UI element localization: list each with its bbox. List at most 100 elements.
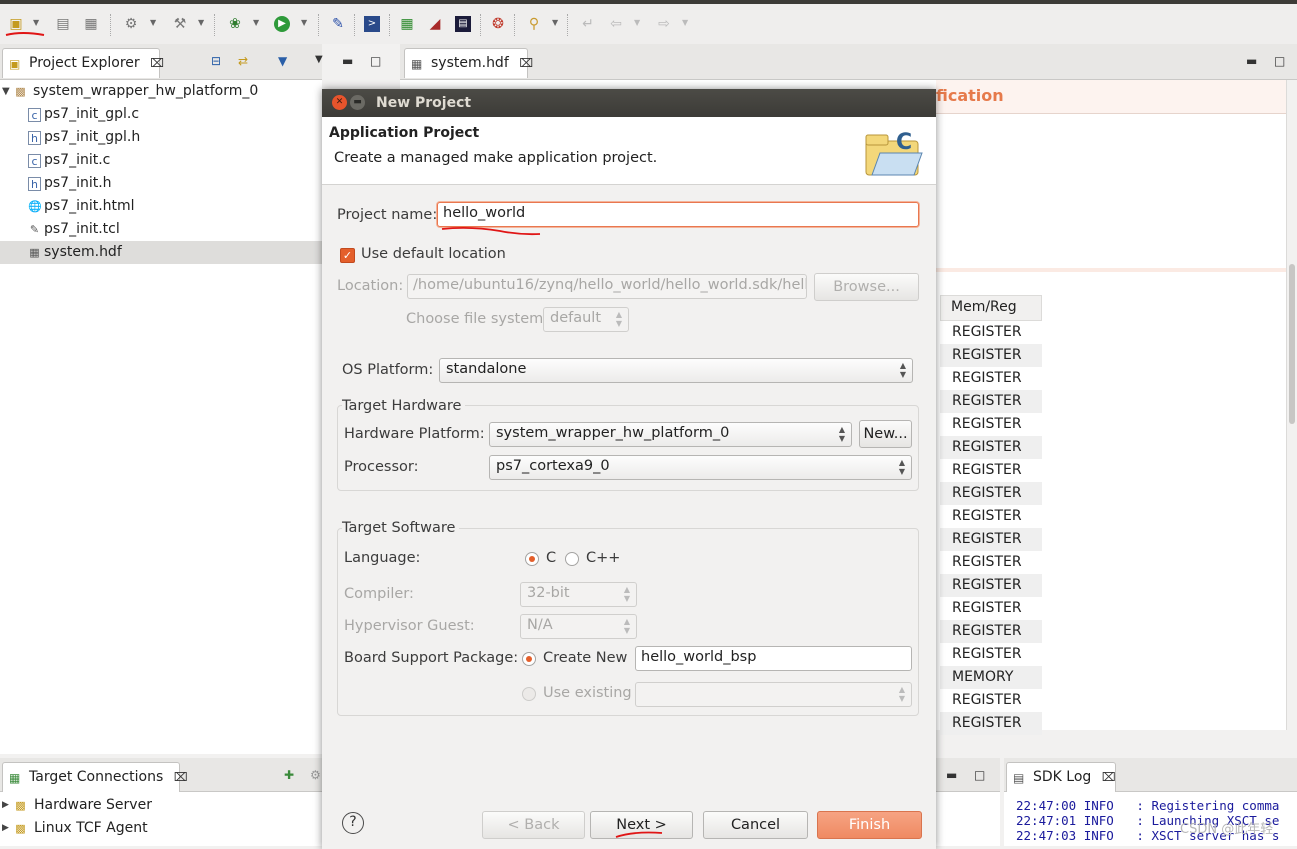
- h-file-icon: h: [28, 131, 41, 145]
- close-icon[interactable]: ⌧: [519, 56, 533, 70]
- tab-sdk-log[interactable]: ▤ SDK Log ⌧: [1006, 762, 1116, 792]
- tab-project-explorer[interactable]: ▣ Project Explorer ⌧: [2, 48, 164, 78]
- tree-item-label: system_wrapper_hw_platform_0: [33, 83, 259, 99]
- close-icon[interactable]: ⌧: [1102, 770, 1116, 784]
- settings-icon[interactable]: ⚙: [123, 16, 139, 32]
- spinner-arrows-icon: ▲ ▼: [615, 310, 622, 328]
- target-icon[interactable]: ❂: [490, 16, 506, 32]
- tree-expand-icon[interactable]: ▶: [2, 794, 9, 817]
- new-dropdown-icon[interactable]: ▼: [33, 18, 39, 27]
- collapse-all-icon[interactable]: ⊟: [211, 54, 221, 68]
- build-dropdown-icon[interactable]: ▼: [198, 18, 204, 27]
- folder-icon: ▩: [15, 822, 26, 835]
- help-icon[interactable]: ?: [342, 812, 364, 834]
- back-button[interactable]: < Back: [482, 811, 585, 839]
- dialog-header: Application Project Create a managed mak…: [322, 117, 936, 185]
- tree-item-connection[interactable]: ▶ ▩ Hardware Server: [0, 794, 322, 817]
- tab-target-connections[interactable]: ▦ Target Connections ⌧: [2, 762, 188, 792]
- project-explorer-title: Project Explorer: [29, 55, 140, 71]
- maximize-icon[interactable]: □: [1274, 54, 1285, 68]
- processor-select[interactable]: ps7_cortexa9_0 ▲ ▼: [489, 455, 912, 480]
- console-icon[interactable]: ▤: [455, 16, 471, 32]
- hardware-platform-select[interactable]: system_wrapper_hw_platform_0 ▲ ▼: [489, 422, 852, 447]
- tree-item-file[interactable]: ✎ ps7_init.tcl: [0, 218, 322, 241]
- run-dropdown-icon[interactable]: ▼: [301, 18, 307, 27]
- tree-item-file[interactable]: c ps7_init.c: [0, 149, 322, 172]
- xsct-icon[interactable]: ▦: [399, 16, 415, 32]
- tree-item-platform[interactable]: ▼ ▩ system_wrapper_hw_platform_0: [0, 80, 322, 103]
- language-c-label: C: [546, 550, 557, 566]
- language-cpp-radio[interactable]: [565, 552, 579, 566]
- dialog-title: New Project: [376, 95, 472, 111]
- run-icon[interactable]: ▶: [274, 16, 290, 32]
- view-menu-icon[interactable]: ▼: [315, 54, 323, 65]
- program-fpga-icon[interactable]: ✎: [330, 16, 346, 32]
- settings-dropdown-icon[interactable]: ▼: [150, 18, 156, 27]
- tree-item-label: ps7_init.html: [44, 198, 135, 214]
- language-c-radio[interactable]: [525, 552, 539, 566]
- minimize-window-icon[interactable]: ▬: [350, 95, 365, 110]
- bsp-name-input[interactable]: hello_world_bsp: [635, 646, 912, 671]
- tree-item-file[interactable]: h ps7_init_gpl.h: [0, 126, 322, 149]
- scrollbar-thumb[interactable]: [1289, 264, 1295, 424]
- os-platform-select[interactable]: standalone ▲ ▼: [439, 358, 913, 383]
- hardware-icon[interactable]: ◢: [427, 16, 443, 32]
- browse-button[interactable]: Browse...: [814, 273, 919, 301]
- compiler-select[interactable]: 32-bit ▲ ▼: [520, 582, 637, 607]
- minimize-icon[interactable]: ▬: [946, 768, 957, 782]
- last-edit-icon[interactable]: ↵: [580, 16, 596, 32]
- sdk-log-header: ▤ SDK Log ⌧: [1004, 758, 1297, 792]
- bsp-existing-select[interactable]: ▲ ▼: [635, 682, 912, 707]
- bsp-create-new-radio[interactable]: [522, 652, 536, 666]
- close-icon[interactable]: ⌧: [174, 770, 188, 784]
- connection-action-icon[interactable]: ⚙: [310, 768, 321, 782]
- debug-icon[interactable]: ❀: [227, 16, 243, 32]
- editor-scrollbar[interactable]: [1286, 80, 1297, 730]
- target-software-label: Target Software: [342, 520, 460, 536]
- tree-expand-icon[interactable]: ▼: [2, 80, 10, 103]
- save-icon[interactable]: ▤: [55, 16, 71, 32]
- new-connection-icon[interactable]: ✚: [284, 768, 294, 782]
- folder-icon: ▩: [15, 799, 26, 812]
- close-window-icon[interactable]: ✕: [332, 95, 347, 110]
- column-header-mem-reg[interactable]: Mem/Reg: [940, 295, 1042, 321]
- forward-dropdown-icon[interactable]: ▼: [682, 18, 688, 27]
- hypervisor-select[interactable]: N/A ▲ ▼: [520, 614, 637, 639]
- sdk-log-title: SDK Log: [1033, 769, 1092, 785]
- tree-expand-icon[interactable]: ▶: [2, 817, 9, 840]
- save-all-icon[interactable]: ▦: [83, 16, 99, 32]
- debug-dropdown-icon[interactable]: ▼: [253, 18, 259, 27]
- tree-item-label: ps7_init.tcl: [44, 221, 120, 237]
- link-editor-icon[interactable]: ⇄: [238, 54, 248, 68]
- use-default-location-checkbox[interactable]: ✓: [340, 248, 355, 263]
- tree-item-file[interactable]: 🌐 ps7_init.html: [0, 195, 322, 218]
- cancel-button[interactable]: Cancel: [703, 811, 808, 839]
- search-icon[interactable]: ⚲: [526, 16, 542, 32]
- maximize-icon[interactable]: □: [974, 768, 985, 782]
- location-input[interactable]: /home/ubuntu16/zynq/hello_world/hello_wo…: [407, 274, 807, 299]
- close-icon[interactable]: ⌧: [150, 56, 164, 70]
- maximize-icon[interactable]: □: [370, 54, 381, 68]
- forward-icon[interactable]: ⇨: [656, 16, 672, 32]
- minimize-icon[interactable]: ▬: [342, 54, 353, 68]
- back-dropdown-icon[interactable]: ▼: [634, 18, 640, 27]
- bsp-use-existing-radio[interactable]: [522, 687, 536, 701]
- new-platform-button[interactable]: New...: [859, 420, 912, 448]
- build-icon[interactable]: ⚒: [172, 16, 188, 32]
- terminal-icon[interactable]: >: [364, 16, 380, 32]
- search-dropdown-icon[interactable]: ▼: [552, 18, 558, 27]
- tree-item-connection[interactable]: ▶ ▩ Linux TCF Agent: [0, 817, 322, 840]
- filter-icon[interactable]: ▼: [278, 54, 287, 68]
- tree-item-file[interactable]: ▦ system.hdf: [0, 241, 322, 264]
- tab-system-hdf[interactable]: ▦ system.hdf ⌧: [404, 48, 533, 78]
- finish-button[interactable]: Finish: [817, 811, 922, 839]
- tree-item-file[interactable]: h ps7_init.h: [0, 172, 322, 195]
- project-name-input[interactable]: hello_world: [437, 202, 919, 227]
- use-default-location-label: Use default location: [361, 246, 506, 262]
- tree-item-file[interactable]: c ps7_init_gpl.c: [0, 103, 322, 126]
- minimize-icon[interactable]: ▬: [1246, 54, 1257, 68]
- back-icon[interactable]: ⇦: [608, 16, 624, 32]
- editor-section-band: [936, 268, 1286, 272]
- file-system-select[interactable]: default ▲ ▼: [543, 307, 629, 332]
- mem-reg-cell: REGISTER: [940, 482, 1042, 505]
